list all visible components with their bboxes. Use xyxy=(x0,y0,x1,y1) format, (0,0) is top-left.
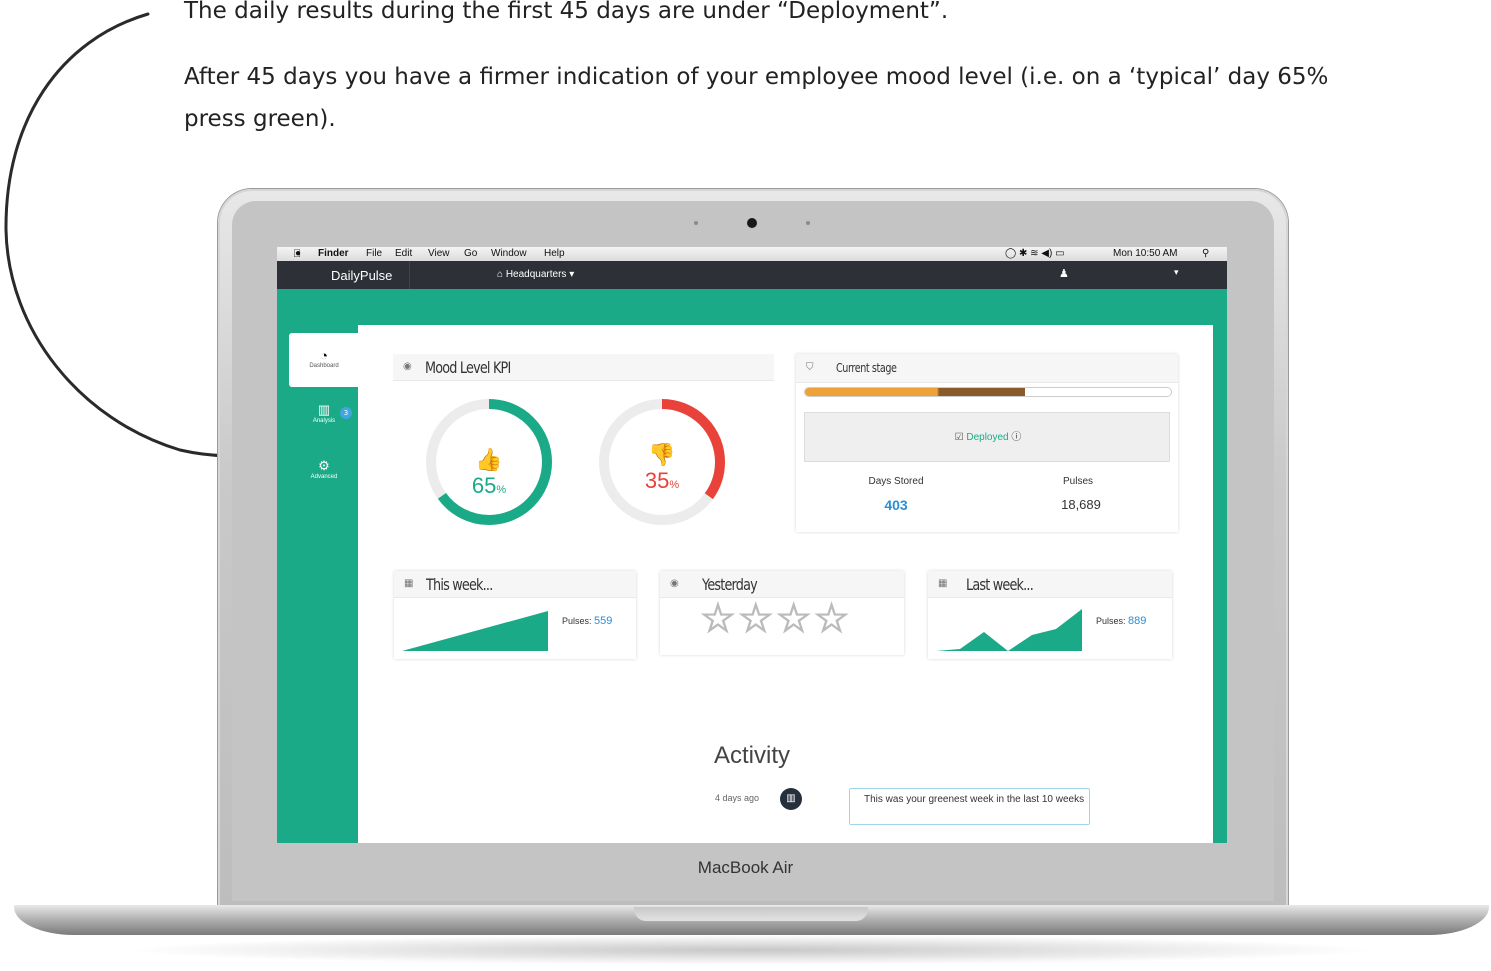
location-name: Headquarters xyxy=(505,269,567,280)
current-stage-card: ⛉ Current stage ☑ Deployed ⓘ Days Stored… xyxy=(796,354,1178,532)
negative-gauge-label: 👎 35% xyxy=(594,442,730,494)
star-icon: ☆ xyxy=(737,595,776,642)
last-week-pulses: Pulses: 889 xyxy=(1096,615,1146,627)
app-header: DailyPulse ⌂ Headquarters ▾ ♟ ▾ xyxy=(277,261,1227,289)
stage-progress-bar xyxy=(804,387,1172,397)
pulses-value: 18,689 xyxy=(1061,497,1101,512)
positive-gauge-label: 👍 65% xyxy=(421,447,557,499)
sidebar-label-dashboard: Dashboard xyxy=(309,363,339,369)
camera-sensor-left xyxy=(694,221,698,225)
thumbs-down-icon: 👎 xyxy=(648,442,676,467)
thumbs-up-icon: 👍 xyxy=(475,447,503,472)
activity-message[interactable]: This was your greenest week in the last … xyxy=(849,788,1090,825)
days-stored-value: 403 xyxy=(884,497,908,513)
info-icon: ⓘ xyxy=(1011,432,1022,443)
yesterday-header xyxy=(660,571,904,598)
negative-unit: % xyxy=(669,479,680,491)
deployed-status: ☑ Deployed ⓘ xyxy=(805,428,1171,443)
apple-logo-fallback: ● xyxy=(295,248,302,259)
menubar-clock[interactable]: Mon 10:50 AM xyxy=(1113,248,1177,259)
menu-go[interactable]: Go xyxy=(464,248,477,259)
gear-icon: ⚙ xyxy=(318,458,330,473)
sidebar-label-analysis: Analysis xyxy=(312,418,336,424)
this-week-pulses-value: 559 xyxy=(594,615,613,627)
this-week-area xyxy=(402,611,548,651)
this-week-card: ▦ This week... Pulses: 559 xyxy=(394,571,636,659)
yesterday-star-rating[interactable]: ☆☆☆☆ xyxy=(699,595,852,642)
positive-percentage: 65 xyxy=(471,473,497,498)
last-week-pulses-label: Pulses: xyxy=(1096,616,1126,626)
device-brand: MacBook Air xyxy=(697,858,794,877)
user-icon[interactable]: ♟ xyxy=(1059,267,1069,280)
road-icon: ⛉ xyxy=(806,362,814,373)
camera-sensor-right xyxy=(806,221,810,225)
gauge-icon: ◔ xyxy=(320,348,328,363)
mood-kpi-card: ◉ Mood Level KPI 👍 65% 👎 35% xyxy=(393,354,774,525)
screen:  ● Finder File Edit View Go Window Help… xyxy=(277,247,1227,843)
status-icons[interactable]: ◯ ✱ ≋ ◀) ▭ xyxy=(1005,248,1065,259)
yesterday-title: Yesterday xyxy=(702,575,758,594)
days-stored-label: Days Stored xyxy=(868,476,924,487)
spotlight-search-icon[interactable]: ⚲ xyxy=(1202,248,1209,259)
deployed-label: Deployed xyxy=(966,432,1009,443)
dot-circle-icon: ◉ xyxy=(403,361,412,372)
menu-finder[interactable]: Finder xyxy=(318,248,349,259)
last-week-sparkline xyxy=(936,609,1082,651)
deployed-box: ☑ Deployed ⓘ xyxy=(804,412,1170,462)
this-week-pulses: Pulses: 559 xyxy=(562,615,612,627)
header-separator xyxy=(409,261,410,289)
home-icon: ⌂ xyxy=(497,269,504,280)
mac-menubar:  ● Finder File Edit View Go Window Help… xyxy=(277,247,1227,261)
checkbox-icon: ☑ xyxy=(954,432,964,443)
laptop-shadow xyxy=(120,935,1380,965)
activity-heading: Activity xyxy=(713,742,790,769)
user-menu-caret-icon[interactable]: ▾ xyxy=(1174,267,1179,278)
activity-time: 4 days ago xyxy=(715,793,760,803)
last-week-area xyxy=(936,609,1082,651)
last-week-pulses-value: 889 xyxy=(1128,615,1147,627)
calendar-icon: ▦ xyxy=(404,578,414,589)
camera-icon xyxy=(747,218,757,228)
activity-chart-icon: ▥ xyxy=(780,788,802,810)
star-icon: ☆ xyxy=(813,595,852,642)
current-stage-title: Current stage xyxy=(836,361,897,375)
menu-edit[interactable]: Edit xyxy=(395,248,412,259)
menu-file[interactable]: File xyxy=(366,248,382,259)
menu-window[interactable]: Window xyxy=(491,248,527,259)
dot-circle-icon: ◉ xyxy=(670,578,679,589)
sidebar-item-dashboard[interactable]: ◔ Dashboard xyxy=(289,348,359,369)
stage-progress-fill xyxy=(805,388,1025,396)
analysis-badge: 3 xyxy=(340,407,352,419)
calendar-icon: ▦ xyxy=(938,578,948,589)
last-week-header xyxy=(928,571,1172,598)
sidebar-item-advanced[interactable]: ⚙ Advanced xyxy=(289,458,359,480)
negative-percentage: 35 xyxy=(644,468,670,493)
last-week-title: Last week... xyxy=(966,575,1034,594)
app-name[interactable]: DailyPulse xyxy=(331,268,392,283)
star-icon: ☆ xyxy=(699,595,738,642)
last-week-card: ▦ Last week... Pulses: 889 xyxy=(928,571,1172,659)
this-week-pulses-label: Pulses: xyxy=(562,616,592,626)
laptop-notch xyxy=(634,907,868,921)
menu-help[interactable]: Help xyxy=(544,248,565,259)
yesterday-card: ◉ Yesterday ☆☆☆☆ xyxy=(660,571,904,655)
pulses-label: Pulses xyxy=(1062,476,1093,487)
mood-kpi-title: Mood Level KPI xyxy=(425,358,511,377)
star-icon: ☆ xyxy=(775,595,814,642)
positive-unit: % xyxy=(496,484,507,496)
chevron-down-icon: ▾ xyxy=(569,269,575,280)
this-week-sparkline xyxy=(402,611,548,651)
menu-view[interactable]: View xyxy=(428,248,450,259)
sidebar-label-advanced: Advanced xyxy=(310,474,338,480)
location-selector[interactable]: ⌂ Headquarters ▾ xyxy=(497,269,574,280)
this-week-title: This week... xyxy=(426,575,493,594)
